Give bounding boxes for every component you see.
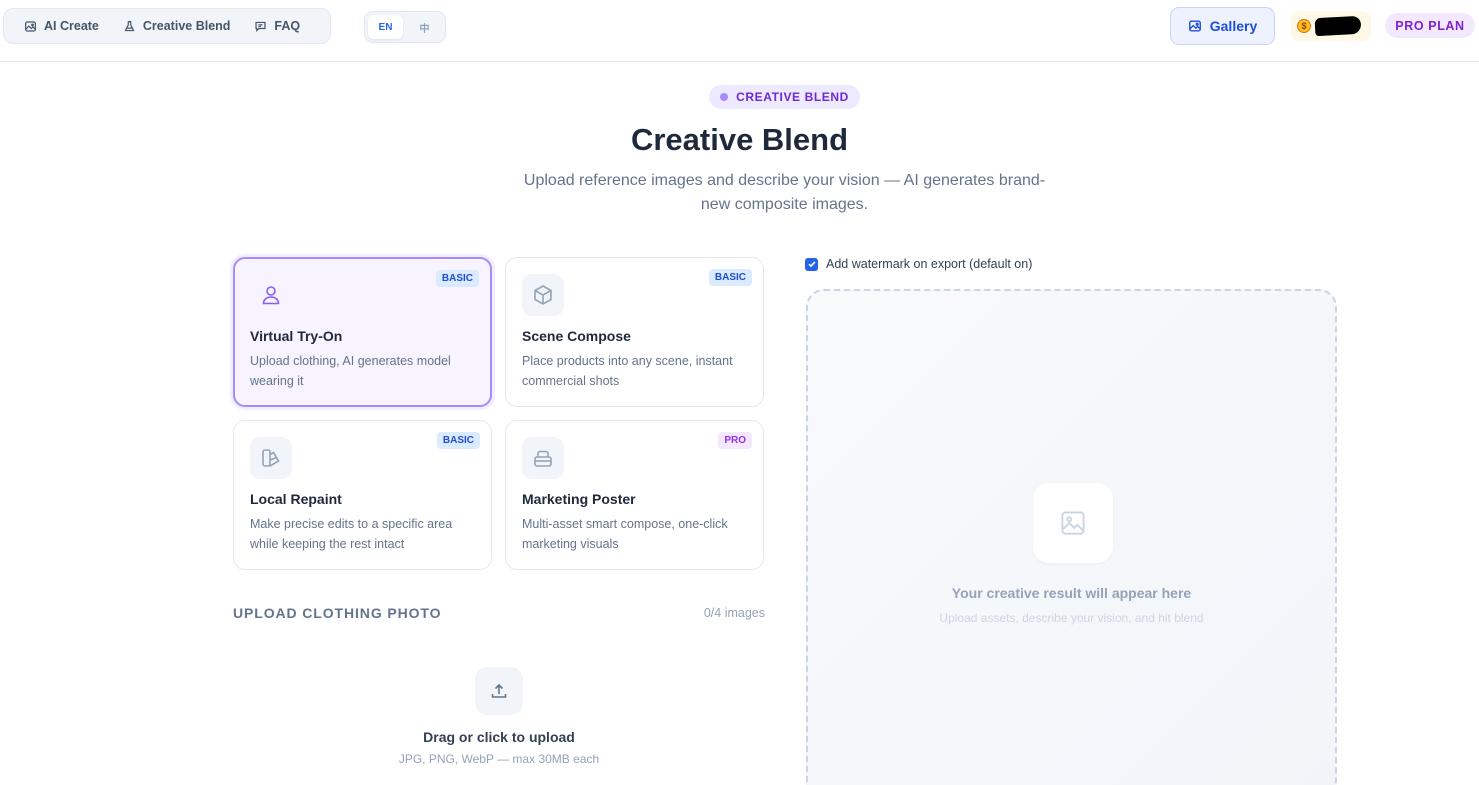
upload-dropzone-button[interactable] [475, 667, 523, 715]
language-switcher: EN 中 [364, 11, 446, 43]
mode-card-virtual-try-on[interactable]: BASIC Virtual Try-On Upload clothing, AI… [233, 257, 492, 407]
gallery-label: Gallery [1209, 18, 1258, 34]
page-title: Creative Blend [630, 122, 849, 157]
mode-card-marketing-poster[interactable]: PRO Marketing Poster Multi-asset smart c… [505, 420, 764, 570]
tier-badge: BASIC [436, 432, 480, 449]
mode-description: Make precise edits to a specific area wh… [250, 517, 453, 551]
mode-description: Multi-asset smart compose, one-click mar… [522, 517, 728, 551]
nav-item-ai-create[interactable]: AI Create [12, 12, 111, 40]
watermark-checkbox[interactable] [805, 257, 818, 271]
plan-badge[interactable]: PRO PLAN [1385, 13, 1475, 38]
nav-item-faq[interactable]: FAQ [242, 12, 312, 40]
tier-badge: PRO [718, 432, 752, 449]
coin-icon: $ [1297, 19, 1311, 33]
swatch-icon [250, 437, 292, 479]
mode-title: Scene Compose [522, 328, 631, 344]
nav-item-label: Creative Blend [142, 19, 231, 33]
watermark-label: Add watermark on export (default on) [826, 257, 1033, 271]
image-placeholder-icon [1033, 483, 1113, 563]
nav-item-label: FAQ [274, 19, 301, 33]
result-placeholder-hint: Upload assets, describe your vision, and… [939, 611, 1204, 625]
mode-title: Marketing Poster [522, 491, 636, 507]
person-icon [250, 274, 292, 316]
chat-icon [255, 21, 266, 32]
mode-card-local-repaint[interactable]: BASIC Local Repaint Make precise edits t… [233, 420, 492, 570]
section-badge: CREATIVE BLEND [709, 85, 860, 109]
lang-zh-button[interactable]: 中 [407, 15, 442, 39]
mode-description: Upload clothing, AI generates model wear… [250, 354, 451, 388]
badge-dot-icon [720, 93, 729, 101]
check-icon [807, 261, 816, 268]
lang-en-button[interactable]: EN [368, 15, 403, 39]
tier-badge: BASIC [435, 270, 479, 287]
main-nav: AI Create Creative Blend FAQ [3, 8, 331, 44]
mode-description: Place products into any scene, instant c… [522, 354, 733, 388]
tier-badge: BASIC [708, 269, 752, 286]
image-icon [1188, 20, 1201, 32]
credits-balance[interactable]: $ [1291, 11, 1371, 41]
section-badge-label: CREATIVE BLEND [736, 90, 849, 104]
layers-icon [522, 437, 564, 479]
upload-icon [491, 683, 507, 698]
page-subtitle: Upload reference images and describe you… [523, 172, 1046, 213]
nav-item-creative-blend[interactable]: Creative Blend [111, 12, 243, 40]
cube-icon [522, 274, 564, 316]
mode-card-scene-compose[interactable]: BASIC Scene Compose Place products into … [505, 257, 764, 407]
image-icon [25, 20, 36, 32]
upload-dropzone-hint: JPG, PNG, WebP — max 30MB each [398, 752, 600, 766]
upload-dropzone-title[interactable]: Drag or click to upload [233, 729, 765, 745]
redacted-balance [1314, 15, 1362, 37]
upload-section-label: UPLOAD CLOTHING PHOTO [233, 605, 442, 621]
mode-title: Local Repaint [250, 491, 342, 507]
gallery-button[interactable]: Gallery [1170, 7, 1275, 45]
result-preview-area: Your creative result will appear here Up… [806, 289, 1337, 785]
top-bar: AI Create Creative Blend FAQ EN 中 Galler… [0, 0, 1479, 62]
nav-item-label: AI Create [44, 19, 99, 33]
mode-title: Virtual Try-On [250, 328, 343, 344]
watermark-option[interactable]: Add watermark on export (default on) [805, 257, 1032, 271]
flask-icon [124, 20, 135, 31]
result-placeholder-title: Your creative result will appear here [951, 585, 1192, 601]
upload-count: 0/4 images [703, 606, 765, 620]
